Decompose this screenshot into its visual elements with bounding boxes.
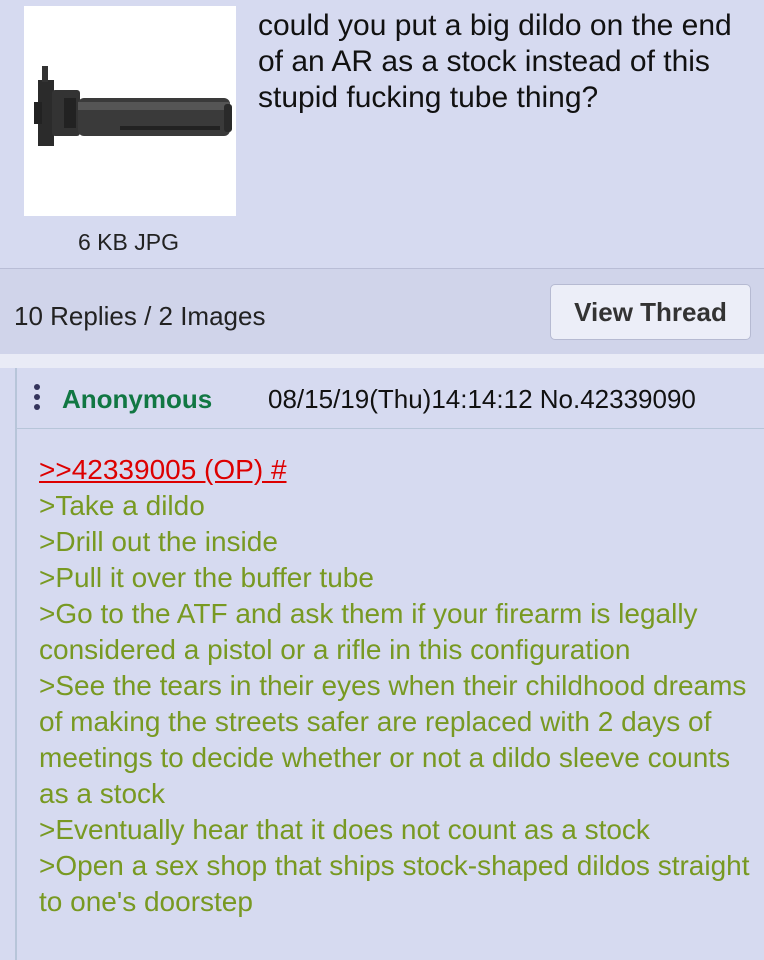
- quote-link[interactable]: >>42339005 (OP) #: [39, 452, 754, 488]
- view-thread-button[interactable]: View Thread: [550, 284, 751, 340]
- reply-post: Anonymous 08/15/19(Thu)14:14:12 No.42339…: [15, 368, 764, 960]
- post-separator: [0, 354, 764, 368]
- reply-comment: >>42339005 (OP) # >Take a dildo >Drill o…: [39, 452, 754, 920]
- op-comment: could you put a big dildo on the end of …: [258, 9, 732, 114]
- thread-footer: 10 Replies / 2 Images View Thread: [0, 268, 764, 355]
- reply-image-count: 10 Replies / 2 Images: [14, 301, 266, 331]
- greentext-body: >Take a dildo >Drill out the inside >Pul…: [39, 490, 750, 917]
- buffer-tube-image: [34, 66, 232, 146]
- reply-header: Anonymous 08/15/19(Thu)14:14:12 No.42339…: [17, 368, 764, 429]
- op-post: could you put a big dildo on the end of …: [0, 0, 764, 268]
- post-menu-icon[interactable]: [34, 384, 42, 414]
- post-datetime-number[interactable]: 08/15/19(Thu)14:14:12 No.42339090: [268, 384, 696, 415]
- poster-name: Anonymous: [62, 384, 213, 414]
- file-info: 6 KB JPG: [78, 229, 179, 255]
- op-thumbnail[interactable]: [24, 6, 236, 216]
